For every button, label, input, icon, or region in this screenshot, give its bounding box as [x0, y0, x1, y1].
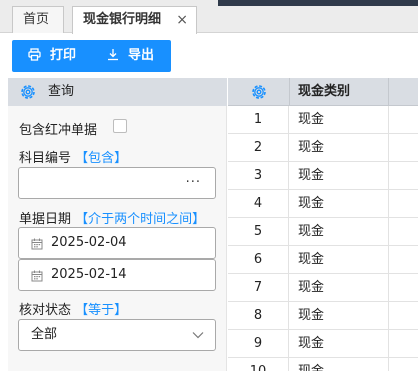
row-index: 6 — [228, 246, 289, 274]
status-text: 核对状态 — [19, 303, 72, 318]
tab-bar: 首页 现金银行明细 × — [0, 0, 418, 34]
chevron-down-icon — [192, 332, 204, 339]
table-row[interactable]: 10 现金 — [228, 358, 418, 371]
row-cash-type: 现金 — [298, 308, 325, 323]
date-from-value: 2025-02-04 — [51, 235, 127, 250]
date-from-input[interactable]: 2025-02-04 — [18, 227, 216, 259]
header-divider — [388, 78, 389, 106]
cell-divider — [388, 162, 389, 190]
gear-icon[interactable] — [250, 83, 268, 101]
row-index: 8 — [228, 302, 289, 330]
status-select[interactable]: 全部 — [18, 319, 216, 351]
cell-divider — [388, 330, 389, 358]
status-label: 核对状态 【等于】 — [19, 299, 127, 318]
row-cash-type: 现金 — [298, 168, 325, 183]
row-index: 9 — [228, 330, 289, 358]
cell-divider — [388, 106, 389, 134]
include-reversal-label: 包含红冲单据 — [19, 123, 98, 138]
status-hint: 【等于】 — [75, 303, 128, 318]
query-panel-header: 查询 — [8, 78, 227, 106]
table-row[interactable]: 8 现金 — [228, 302, 418, 330]
column-header-cash-type[interactable]: 现金类别 — [298, 78, 350, 106]
row-index: 1 — [228, 106, 289, 134]
row-cash-type: 现金 — [298, 224, 325, 239]
tab-home[interactable]: 首页 — [12, 6, 64, 33]
row-cash-type: 现金 — [298, 140, 325, 155]
table-header: 现金类别 — [228, 78, 418, 106]
table-row[interactable]: 5 现金 — [228, 218, 418, 246]
subject-code-hint: 【包含】 — [75, 151, 128, 166]
row-cash-type: 现金 — [298, 336, 325, 351]
row-cash-type: 现金 — [298, 112, 325, 127]
row-index: 7 — [228, 274, 289, 302]
table-row[interactable]: 3 现金 — [228, 162, 418, 190]
status-select-value: 全部 — [31, 327, 58, 342]
tab-home-label: 首页 — [23, 12, 50, 27]
date-text: 单据日期 — [19, 212, 72, 227]
tab-cash-bank-detail-label: 现金银行明细 — [83, 12, 162, 27]
gear-icon[interactable] — [19, 83, 37, 101]
cash-table: 现金类别 1 现金 2 现金 3 现金 4 现金 5 现金 6 现金 7 现金 8 现金 9 现金… — [228, 78, 418, 371]
row-index: 5 — [228, 218, 289, 246]
row-cash-type: 现金 — [298, 196, 325, 211]
cell-divider — [388, 358, 389, 371]
row-index: 10 — [228, 358, 289, 371]
row-cash-type: 现金 — [298, 280, 325, 295]
cell-divider — [388, 246, 389, 274]
cell-divider — [388, 274, 389, 302]
row-index: 3 — [228, 162, 289, 190]
row-index: 4 — [228, 190, 289, 218]
subject-code-label: 科目编号 【包含】 — [19, 147, 127, 166]
cell-divider — [388, 218, 389, 246]
table-row[interactable]: 2 现金 — [228, 134, 418, 162]
export-label: 导出 — [128, 48, 155, 63]
header-divider — [289, 78, 290, 106]
close-icon[interactable]: × — [176, 7, 188, 33]
app-root: 首页 现金银行明细 × 打印 导出 查询 包含红冲单据 科目编号 【包含】 ··… — [0, 0, 418, 371]
date-to-input[interactable]: 2025-02-14 — [18, 259, 216, 291]
more-icon[interactable]: ··· — [186, 175, 201, 190]
download-icon — [108, 48, 118, 60]
calendar-icon — [31, 238, 43, 250]
table-row[interactable]: 6 现金 — [228, 246, 418, 274]
row-cash-type: 现金 — [298, 358, 324, 371]
date-label: 单据日期 【介于两个时间之间】 — [19, 208, 205, 227]
print-label: 打印 — [50, 48, 77, 63]
date-hint: 【介于两个时间之间】 — [75, 212, 206, 227]
table-body: 1 现金 2 现金 3 现金 4 现金 5 现金 6 现金 7 现金 8 现金 9 现金 10 现金 — [228, 106, 418, 371]
subject-code-text: 科目编号 — [19, 151, 72, 166]
table-row[interactable]: 1 现金 — [228, 106, 418, 134]
print-button[interactable]: 打印 — [28, 40, 76, 72]
top-strip — [218, 0, 418, 6]
cell-divider — [388, 302, 389, 330]
calendar-icon — [31, 270, 43, 282]
query-title: 查询 — [48, 84, 75, 99]
printer-icon — [28, 47, 41, 61]
subject-code-input[interactable]: ··· — [18, 167, 216, 199]
cell-divider — [388, 190, 389, 218]
toolbar: 打印 导出 — [12, 40, 171, 72]
row-index: 2 — [228, 134, 289, 162]
include-reversal-checkbox[interactable] — [113, 119, 127, 133]
query-panel: 查询 包含红冲单据 科目编号 【包含】 ··· 单据日期 【介于两个时间之间】 … — [8, 78, 227, 371]
table-row[interactable]: 4 现金 — [228, 190, 418, 218]
date-to-value: 2025-02-14 — [51, 267, 127, 282]
export-button[interactable]: 导出 — [107, 40, 154, 72]
table-row[interactable]: 9 现金 — [228, 330, 418, 358]
row-cash-type: 现金 — [298, 252, 325, 267]
tab-cash-bank-detail[interactable]: 现金银行明细 × — [72, 6, 197, 34]
table-row[interactable]: 7 现金 — [228, 274, 418, 302]
cell-divider — [388, 134, 389, 162]
